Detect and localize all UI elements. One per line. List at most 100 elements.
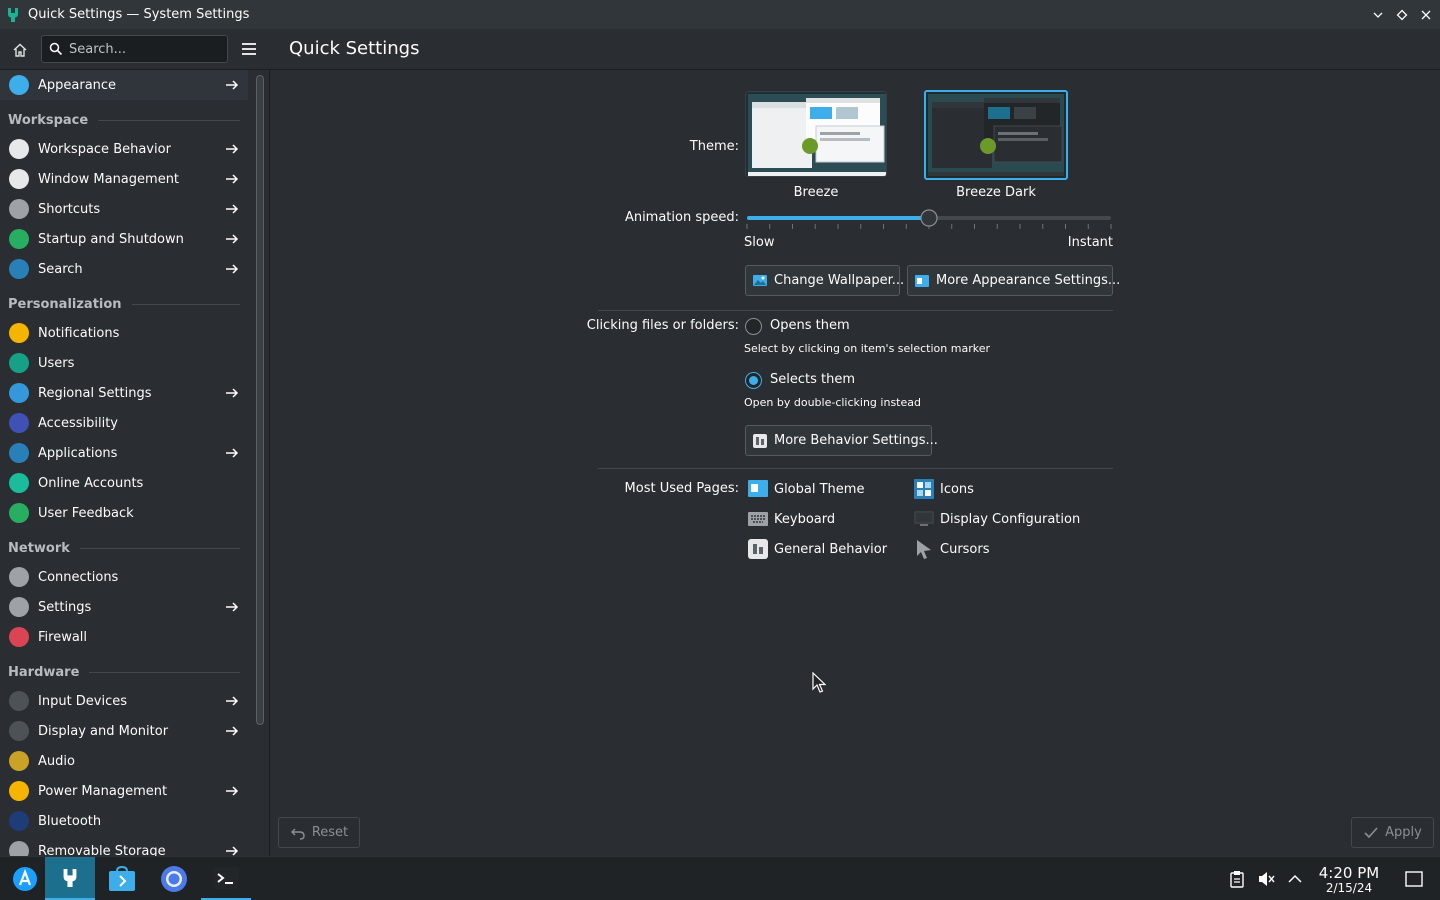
sidebar: Appearance Workspace Workspace Behavior Win… [0,70,270,856]
sidebar-item-startup-and-shutdown[interactable]: Startup and Shutdown [0,224,248,254]
sidebar-item-workspace-behavior[interactable]: Workspace Behavior [0,134,248,164]
change-wallpaper-button[interactable]: Change Wallpaper... [745,265,904,296]
close-icon[interactable] [1414,0,1438,29]
section-divider [89,671,240,673]
animation-speed-slider[interactable] [745,207,1115,233]
maximize-icon[interactable] [1390,0,1414,29]
volume-muted-tray-icon[interactable] [1256,869,1276,889]
sidebar-item-user-feedback[interactable]: User Feedback [0,498,248,528]
sidebar-item-users[interactable]: Users [0,348,248,378]
sidebar-section-personalization: Personalization [8,294,240,314]
keyboard-icon [9,199,29,219]
audio-icon [9,751,29,771]
sidebar-item-label: Search [38,261,83,277]
arrow-right-icon [226,786,239,796]
discover-task[interactable] [97,857,147,900]
sidebar-item-window-management[interactable]: Window Management [0,164,248,194]
slider-handle[interactable] [920,209,938,227]
sidebar-item-online-accounts[interactable]: Online Accounts [0,468,248,498]
sidebar-item-label: Accessibility [38,415,118,431]
apply-button[interactable]: Apply [1351,817,1434,848]
section-divider [131,303,240,305]
sidebar-item-bluetooth[interactable]: Bluetooth [0,806,248,836]
monitor-icon [9,721,29,741]
sidebar-item-audio[interactable]: Audio [0,746,248,776]
sidebar-item-label: Settings [38,599,92,615]
global-theme-icon [748,479,768,499]
reset-button[interactable]: Reset [278,817,360,848]
chromium-task[interactable] [149,857,199,900]
main-content: Theme: Breeze Breeze Dark Animation spee… [271,70,1440,856]
home-button[interactable] [8,38,32,62]
most-used-keyboard[interactable]: Keyboard [748,507,835,531]
sidebar-item-power-management[interactable]: Power Management [0,776,248,806]
user-icon [9,353,29,373]
home-icon [13,43,27,57]
sidebar-section-workspace: Workspace [8,110,240,130]
show-desktop-icon[interactable] [1404,869,1424,889]
most-used-global-theme[interactable]: Global Theme [748,477,864,501]
more-behavior-settings-button[interactable]: More Behavior Settings... [745,425,938,456]
sidebar-item-connections[interactable]: Connections [0,562,248,592]
sidebar-item-label: Startup and Shutdown [38,231,184,247]
konsole-task[interactable] [201,857,251,900]
system-settings-task[interactable] [45,857,95,900]
selects-them-radio[interactable] [745,372,762,389]
discover-icon [109,866,135,891]
sidebar-item-removable-storage[interactable]: Removable Storage [0,836,248,856]
clock-time[interactable]: 4:20 PM [1314,864,1384,882]
selects-them-label[interactable]: Selects them [770,372,855,387]
sidebar-item-accessibility[interactable]: Accessibility [0,408,248,438]
checkmark-icon [1364,826,1378,838]
most-used-general-behavior[interactable]: General Behavior [748,537,887,561]
theme-label: Theme: [689,139,739,154]
clipboard-tray-icon[interactable] [1227,869,1247,889]
most-used-cursors[interactable]: Cursors [914,537,990,561]
minimize-icon[interactable] [1366,0,1390,29]
mouse-pointer-icon [812,672,826,693]
search-icon [9,259,29,279]
display-icon [914,509,934,529]
sidebar-section-label: Network [8,540,70,556]
search-input[interactable] [69,41,219,57]
sidebar-item-label: Audio [38,753,75,769]
sidebar-item-firewall[interactable]: Firewall [0,622,248,652]
sidebar-item-regional-settings[interactable]: Regional Settings [0,378,248,408]
clock-date[interactable]: 2/15/24 [1314,881,1384,895]
theme-breeze-dark-thumbnail[interactable] [924,90,1068,180]
sidebar-section-label: Workspace [8,112,89,128]
most-used-display-configuration[interactable]: Display Configuration [914,507,1080,531]
sidebar-item-settings[interactable]: Settings [0,592,248,622]
launcher-icon [13,867,37,891]
search-icon [49,42,63,56]
theme-breeze-name: Breeze [793,185,839,200]
sidebar-item-notifications[interactable]: Notifications [0,318,248,348]
sidebar-item-appearance[interactable]: Appearance [0,70,248,100]
undo-icon [290,828,305,840]
hamburger-menu-button[interactable] [238,38,260,60]
power-icon [9,781,29,801]
breeze-preview-image [746,92,886,176]
sidebar-item-shortcuts[interactable]: Shortcuts [0,194,248,224]
sidebar-item-label: Removable Storage [38,843,166,857]
sidebar-item-input-devices[interactable]: Input Devices [0,686,248,716]
clicking-files-label: Clicking files or folders: [586,318,739,333]
launcher-button[interactable] [0,857,50,900]
most-used-icons[interactable]: Icons [914,477,974,501]
sidebar-item-applications[interactable]: Applications [0,438,248,468]
bluetooth-icon [9,811,29,831]
opens-them-label[interactable]: Opens them [770,318,850,333]
sidebar-item-search[interactable]: Search [0,254,248,284]
more-appearance-settings-button[interactable]: More Appearance Settings... [907,265,1120,296]
window-title: Quick Settings — System Settings [28,7,250,22]
tray-expand-icon[interactable] [1285,869,1305,889]
sidebar-section-label: Personalization [8,296,122,312]
storage-icon [9,841,29,856]
theme-breeze-thumbnail[interactable] [745,91,887,177]
sidebar-scrollbar[interactable] [256,75,264,725]
sidebar-item-display-and-monitor[interactable]: Display and Monitor [0,716,248,746]
search-field[interactable] [41,35,228,63]
most-used-keyboard-label: Keyboard [774,511,836,527]
opens-them-radio[interactable] [745,318,762,335]
sidebar-item-label: Workspace Behavior [38,141,171,157]
